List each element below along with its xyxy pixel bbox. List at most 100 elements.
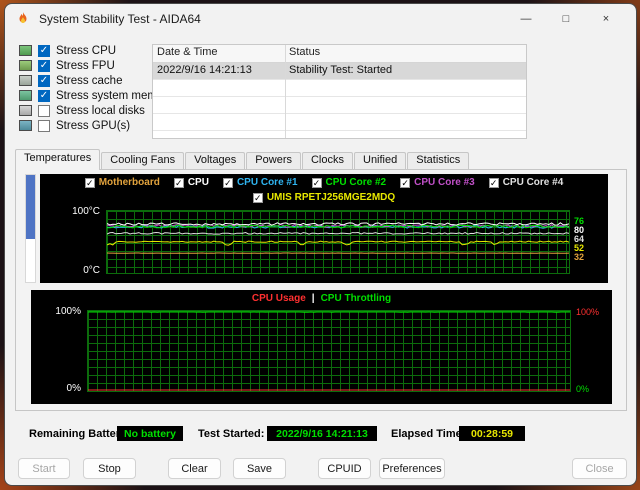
column-header-status[interactable]: Status — [285, 45, 324, 62]
cpu-usage-graph: CPU Usage | CPU Throttling 100% 0% 100% … — [31, 290, 612, 404]
temperature-legend-row-2: ✓ UMIS RPETJ256MGE2MDQ — [40, 192, 608, 203]
legend-cpu-core-4[interactable]: ✓ CPU Core #4 — [488, 177, 563, 188]
stress-memory-row[interactable]: ✓ Stress system memory — [19, 89, 173, 102]
table-row[interactable]: 2022/9/16 14:21:13 Stability Test: Start… — [153, 63, 526, 80]
cpu-usage-title: CPU Usage | CPU Throttling — [31, 293, 612, 304]
legend-cpu-core-4-checkbox[interactable]: ✓ — [488, 177, 499, 188]
battery-value-box: No battery — [117, 426, 183, 441]
legend-cpu-core-2[interactable]: ✓ CPU Core #2 — [311, 177, 386, 188]
memory-icon — [19, 90, 32, 101]
usage-axis-top-label: 100% — [55, 306, 81, 317]
stress-cache-checkbox[interactable]: ✓ — [38, 74, 50, 87]
desktop-background: System Stability Test - AIDA64 — □ × ✓ S… — [0, 0, 640, 490]
tab-panel: ✓ Motherboard ✓ CPU ✓ CPU Core #1 ✓ CPU … — [15, 169, 627, 411]
elapsed-time-value-box: 00:28:59 — [459, 426, 525, 441]
stress-fpu-label: Stress FPU — [56, 59, 115, 72]
tab-unified[interactable]: Unified — [354, 152, 407, 169]
window-title: System Stability Test - AIDA64 — [39, 12, 201, 26]
table-header: Date & Time Status — [153, 45, 526, 63]
temperature-legend-row-1: ✓ Motherboard ✓ CPU ✓ CPU Core #1 ✓ CPU … — [40, 177, 608, 188]
stress-gpu-checkbox[interactable] — [38, 119, 50, 132]
graph-scrollbar-thumb[interactable] — [26, 175, 35, 239]
tab-temperatures[interactable]: Temperatures — [15, 149, 101, 170]
cache-icon — [19, 75, 32, 86]
table-column-divider — [285, 45, 286, 138]
legend-motherboard[interactable]: ✓ Motherboard — [84, 177, 160, 188]
temperature-graph: ✓ Motherboard ✓ CPU ✓ CPU Core #1 ✓ CPU … — [40, 174, 608, 283]
column-header-datetime[interactable]: Date & Time — [153, 45, 285, 62]
temp-value-motherboard: 32 — [574, 252, 585, 262]
test-started-label: Test Started: — [198, 428, 265, 440]
titlebar[interactable]: System Stability Test - AIDA64 — □ × — [5, 4, 636, 34]
stress-cache-label: Stress cache — [56, 74, 123, 87]
close-button[interactable]: Close — [572, 458, 627, 479]
start-button[interactable]: Start — [18, 458, 70, 479]
elapsed-time-label: Elapsed Time: — [391, 428, 466, 440]
table-row-empty — [153, 97, 526, 114]
tab-cooling-fans[interactable]: Cooling Fans — [101, 152, 185, 169]
stress-gpu-row[interactable]: Stress GPU(s) — [19, 119, 173, 132]
cpu-usage-plot-area — [87, 310, 571, 392]
cell-datetime: 2022/9/16 14:21:13 — [157, 64, 252, 76]
cpu-usage-label: CPU Usage — [251, 293, 306, 304]
stress-fpu-row[interactable]: ✓ Stress FPU — [19, 59, 173, 72]
usage-right-top-label: 100% — [576, 307, 600, 317]
fpu-icon — [19, 60, 32, 71]
legend-cpu-core-1-checkbox[interactable]: ✓ — [222, 177, 233, 188]
legend-cpu-core-1[interactable]: ✓ CPU Core #1 — [222, 177, 298, 188]
stress-cpu-checkbox[interactable]: ✓ — [38, 44, 50, 57]
table-row-empty — [153, 80, 526, 97]
gpu-icon — [19, 120, 32, 131]
remaining-battery-label: Remaining Battery: — [29, 428, 130, 440]
temp-axis-top-label: 100°C — [72, 206, 100, 217]
disk-icon — [19, 105, 32, 116]
stress-options-list: ✓ Stress CPU ✓ Stress FPU ✓ Stress cache… — [19, 44, 173, 132]
stress-cache-row[interactable]: ✓ Stress cache — [19, 74, 173, 87]
title-separator: | — [311, 293, 315, 304]
usage-axis-bottom-label: 0% — [66, 383, 81, 394]
test-started-value: 2022/9/16 14:21:13 — [276, 427, 368, 440]
stress-disks-row[interactable]: Stress local disks — [19, 104, 173, 117]
save-button[interactable]: Save — [233, 458, 286, 479]
stress-gpu-label: Stress GPU(s) — [56, 119, 131, 132]
legend-cpu-checkbox[interactable]: ✓ — [173, 177, 184, 188]
stress-disks-checkbox[interactable] — [38, 104, 50, 117]
tab-statistics[interactable]: Statistics — [407, 152, 470, 169]
cell-status: Stability Test: Started — [289, 64, 393, 76]
temp-axis-bottom-label: 0°C — [83, 265, 100, 276]
tab-powers[interactable]: Powers — [246, 152, 301, 169]
usage-right-bottom-label: 0% — [576, 384, 590, 394]
elapsed-time-value: 00:28:59 — [470, 427, 514, 440]
cpu-throttling-label: CPU Throttling — [320, 293, 392, 304]
legend-cpu-core-3-checkbox[interactable]: ✓ — [400, 177, 411, 188]
battery-value: No battery — [124, 427, 176, 440]
close-window-button[interactable]: × — [586, 13, 626, 25]
event-log-table: Date & Time Status 2022/9/16 14:21:13 St… — [152, 44, 527, 139]
legend-umis-ssd-checkbox[interactable]: ✓ — [252, 192, 263, 203]
legend-umis-ssd[interactable]: ✓ UMIS RPETJ256MGE2MDQ — [252, 192, 395, 203]
graph-scrollbar-track[interactable] — [25, 174, 36, 283]
stop-button[interactable]: Stop — [83, 458, 136, 479]
cpuid-button[interactable]: CPUID — [318, 458, 371, 479]
legend-cpu[interactable]: ✓ CPU — [173, 177, 209, 188]
table-row-empty — [153, 114, 526, 131]
tab-clocks[interactable]: Clocks — [301, 152, 353, 169]
window-controls: — □ × — [506, 13, 626, 25]
legend-cpu-core-3[interactable]: ✓ CPU Core #3 — [400, 177, 475, 188]
stress-memory-checkbox[interactable]: ✓ — [38, 89, 50, 102]
test-started-value-box: 2022/9/16 14:21:13 — [267, 426, 377, 441]
tab-strip: Temperatures Cooling Fans Voltages Power… — [15, 149, 470, 170]
cpu-icon — [19, 45, 32, 56]
preferences-button[interactable]: Preferences — [379, 458, 445, 479]
temperature-plot-area — [106, 210, 570, 274]
tab-voltages[interactable]: Voltages — [185, 152, 246, 169]
maximize-button[interactable]: □ — [546, 13, 586, 25]
minimize-button[interactable]: — — [506, 13, 546, 25]
legend-cpu-core-2-checkbox[interactable]: ✓ — [311, 177, 322, 188]
stress-disks-label: Stress local disks — [56, 104, 145, 117]
legend-motherboard-checkbox[interactable]: ✓ — [84, 177, 95, 188]
stress-cpu-row[interactable]: ✓ Stress CPU — [19, 44, 173, 57]
stress-fpu-checkbox[interactable]: ✓ — [38, 59, 50, 72]
app-icon — [15, 11, 31, 27]
clear-button[interactable]: Clear — [168, 458, 221, 479]
